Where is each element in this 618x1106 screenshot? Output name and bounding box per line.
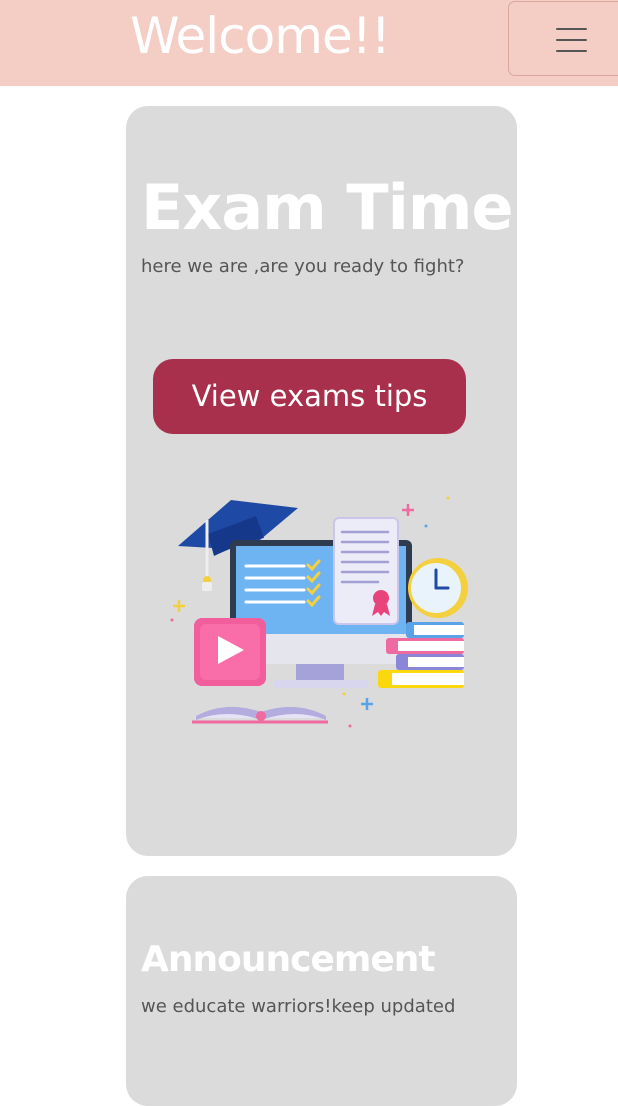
certificate-icon xyxy=(333,517,399,625)
navbar: Welcome!! xyxy=(0,0,618,86)
brand-title[interactable]: Welcome!! xyxy=(130,4,391,68)
announcement-card: Announcement we educate warriors!keep up… xyxy=(126,876,517,1106)
exam-card-title: Exam Time xyxy=(141,171,514,244)
announcement-card-title: Announcement xyxy=(141,939,436,980)
hamburger-menu-icon xyxy=(556,28,587,61)
exam-card: Exam Time here we are ,are you ready to … xyxy=(126,106,517,856)
view-exams-tips-button[interactable]: View exams tips xyxy=(153,359,466,434)
online-exam-illustration xyxy=(170,496,468,728)
announcement-card-text: we educate warriors!keep updated xyxy=(141,996,456,1017)
play-video-icon xyxy=(194,618,266,686)
exam-card-text: here we are ,are you ready to fight? xyxy=(141,256,465,277)
clock-icon xyxy=(408,558,468,618)
open-book-icon xyxy=(192,706,328,724)
menu-toggle-button[interactable] xyxy=(508,1,618,76)
